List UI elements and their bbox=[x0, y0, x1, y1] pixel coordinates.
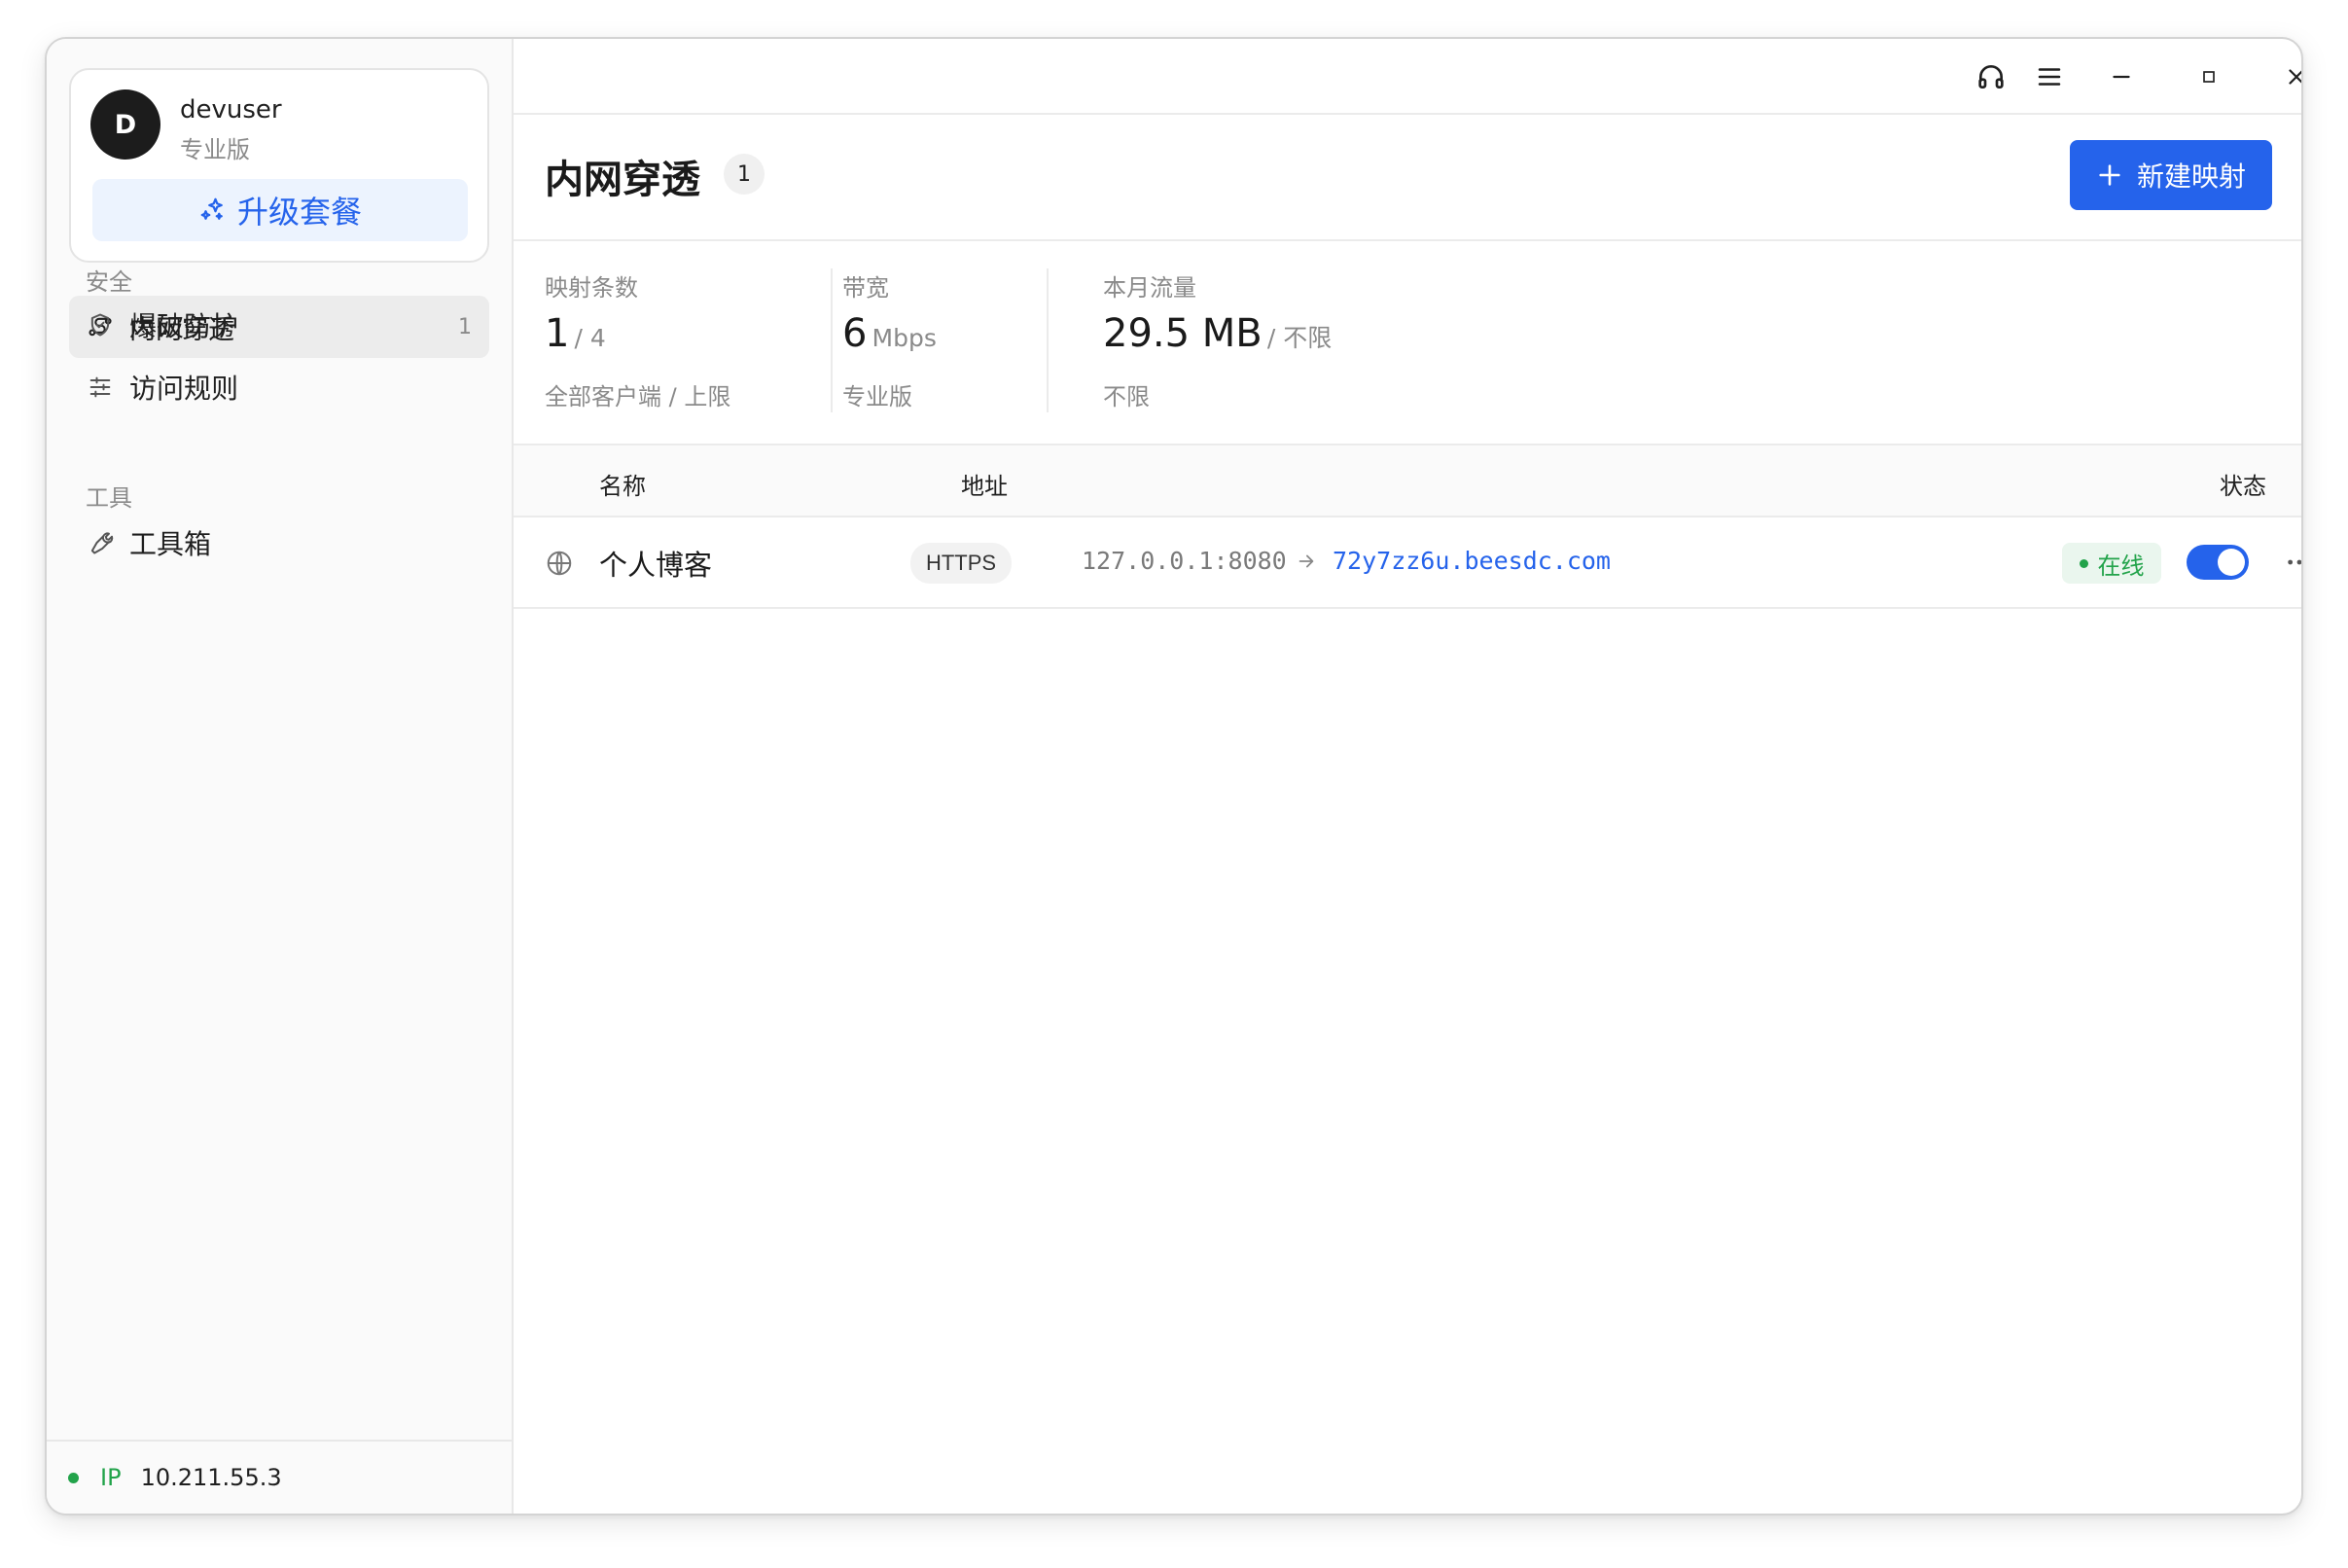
status-text: 在线 bbox=[2097, 552, 2145, 580]
mapping-name: 个人博客 bbox=[599, 549, 713, 582]
close-icon bbox=[2284, 64, 2301, 89]
column-header-status[interactable]: 状态 bbox=[2220, 467, 2266, 501]
remote-address-link[interactable]: 72y7zz6u.beesdc.com bbox=[1333, 547, 1611, 575]
stat-value-suffix: Mbps bbox=[872, 324, 937, 352]
section-title-security: 安全 bbox=[86, 268, 132, 296]
stat-label: 本月流量 bbox=[1103, 274, 1196, 302]
menu-button[interactable] bbox=[2033, 60, 2066, 93]
section-title-tools: 工具 bbox=[86, 484, 132, 512]
toggle-knob bbox=[2218, 549, 2245, 576]
ip-label: IP bbox=[100, 1464, 122, 1491]
page-header: 内网穿透 1 新建映射 bbox=[514, 115, 2301, 241]
title-bar bbox=[514, 39, 2301, 115]
stat-sub: 不限 bbox=[1103, 383, 1150, 410]
enable-toggle[interactable] bbox=[2187, 545, 2249, 580]
hamburger-icon bbox=[2035, 62, 2064, 91]
online-dot bbox=[68, 1472, 79, 1483]
upgrade-plan-label: 升级套餐 bbox=[236, 194, 362, 231]
sidebar-item-label: 爆破防护 bbox=[129, 310, 239, 342]
stat-value-suffix: / 不限 bbox=[1266, 324, 1333, 352]
status-badge: 在线 bbox=[2062, 543, 2161, 584]
sidebar: D devuser 专业版 升级套餐 内网穿透 1 安全 爆破防护 访问规则 工… bbox=[47, 39, 514, 1514]
maximize-button[interactable] bbox=[2192, 60, 2225, 93]
sidebar-item-label: 工具箱 bbox=[129, 528, 212, 560]
stat-divider bbox=[831, 268, 833, 412]
shield-icon bbox=[87, 311, 114, 339]
avatar[interactable]: D bbox=[90, 89, 160, 160]
arrow-right-icon bbox=[1296, 551, 1317, 572]
ip-value: 10.211.55.3 bbox=[140, 1464, 282, 1491]
user-card: D devuser 专业版 升级套餐 bbox=[69, 68, 489, 263]
connection-status: IP 10.211.55.3 bbox=[47, 1440, 512, 1514]
user-plan: 专业版 bbox=[180, 136, 250, 163]
column-header-name[interactable]: 名称 bbox=[599, 467, 646, 501]
user-name: devuser bbox=[180, 95, 282, 125]
online-dot bbox=[2079, 558, 2088, 568]
sliders-icon bbox=[87, 374, 114, 401]
app-window: D devuser 专业版 升级套餐 内网穿透 1 安全 爆破防护 访问规则 工… bbox=[45, 37, 2303, 1515]
count-badge: 1 bbox=[724, 154, 765, 195]
stat-divider bbox=[1047, 268, 1049, 412]
stat-value-number: 1 bbox=[545, 311, 570, 356]
globe-icon bbox=[545, 549, 574, 578]
main-content: 内网穿透 1 新建映射 映射条数 1 / 4 全部客户端 / 上限 带宽 6 M… bbox=[514, 39, 2301, 1514]
protocol-badge: HTTPS bbox=[910, 543, 1012, 584]
close-button[interactable] bbox=[2280, 60, 2301, 93]
stat-value: 29.5 MB / 不限 bbox=[1103, 311, 1332, 356]
stat-label: 映射条数 bbox=[545, 274, 638, 302]
column-header-address[interactable]: 地址 bbox=[961, 467, 1008, 501]
local-address: 127.0.0.1:8080 bbox=[1082, 547, 1287, 575]
upgrade-plan-button[interactable]: 升级套餐 bbox=[92, 179, 468, 241]
sidebar-item-toolbox[interactable]: 工具箱 bbox=[69, 514, 489, 572]
sidebar-item-brute-force-protection[interactable]: 爆破防护 bbox=[69, 296, 489, 354]
stat-value: 1 / 4 bbox=[545, 311, 606, 356]
support-button[interactable] bbox=[1974, 60, 2008, 93]
stats-panel: 映射条数 1 / 4 全部客户端 / 上限 带宽 6 Mbps 专业版 本月流量 bbox=[514, 241, 2301, 445]
stat-sub: 专业版 bbox=[842, 383, 912, 410]
minimize-icon bbox=[2109, 64, 2134, 89]
stat-value-number: 29.5 MB bbox=[1103, 311, 1263, 356]
table-row[interactable]: 个人博客 HTTPS 127.0.0.1:8080 72y7zz6u.beesd… bbox=[514, 517, 2301, 609]
stat-label: 带宽 bbox=[842, 274, 889, 302]
sidebar-item-label: 访问规则 bbox=[129, 373, 239, 405]
stat-sub: 全部客户端 / 上限 bbox=[545, 383, 731, 410]
plus-icon bbox=[2096, 161, 2123, 189]
sparkle-icon bbox=[198, 196, 228, 225]
sidebar-item-access-rules[interactable]: 访问规则 bbox=[69, 358, 489, 416]
stat-value-suffix: / 4 bbox=[574, 324, 606, 352]
table-header: 名称 地址 状态 bbox=[514, 445, 2301, 517]
maximize-icon bbox=[2199, 67, 2219, 87]
new-mapping-label: 新建映射 bbox=[2136, 160, 2246, 193]
wrench-icon bbox=[87, 529, 114, 556]
stat-value: 6 Mbps bbox=[842, 311, 937, 356]
minimize-button[interactable] bbox=[2105, 60, 2138, 93]
more-options-icon[interactable] bbox=[2284, 547, 2301, 578]
headset-icon bbox=[1975, 61, 2007, 92]
new-mapping-button[interactable]: 新建映射 bbox=[2070, 140, 2272, 210]
page-title: 内网穿透 bbox=[545, 158, 700, 202]
stat-value-number: 6 bbox=[842, 311, 868, 356]
